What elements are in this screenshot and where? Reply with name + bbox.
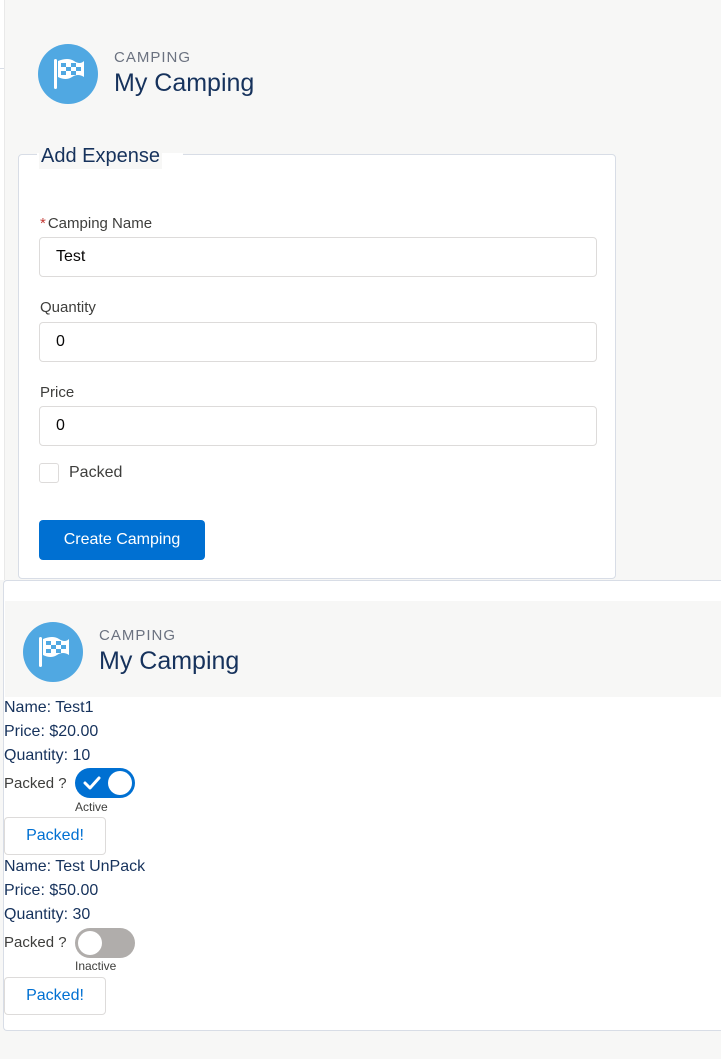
left-edge-strip (0, 0, 5, 580)
item-name: Name: Test UnPack (4, 858, 146, 875)
price-input[interactable]: 0 (39, 406, 597, 446)
packed-button[interactable]: Packed! (4, 977, 106, 1015)
list-header-eyebrow: CAMPING (99, 627, 177, 644)
item-name: Name: Test1 (4, 699, 94, 716)
price-label: Price (40, 384, 75, 401)
packed-button[interactable]: Packed! (4, 817, 106, 855)
page-title: My Camping (114, 69, 255, 97)
item-price: Price: $50.00 (4, 882, 99, 899)
camping-name-label: * Camping Name (40, 215, 152, 232)
checkered-flag-icon (38, 44, 98, 104)
quantity-value: 0 (56, 333, 65, 350)
checkered-flag-icon (23, 622, 83, 682)
left-edge-divider (0, 68, 4, 69)
packed-checkbox[interactable] (39, 463, 59, 483)
camping-name-value: Test (56, 248, 86, 265)
packed-toggle[interactable] (75, 928, 135, 958)
header-eyebrow: CAMPING (114, 49, 192, 66)
toggle-knob (108, 771, 132, 795)
add-expense-card: Add Expense * Camping Name Test Quantity … (18, 143, 616, 579)
item-quantity: Quantity: 30 (4, 906, 91, 923)
create-camping-button[interactable]: Create Camping (39, 520, 205, 560)
packed-checkbox-row[interactable]: Packed (39, 463, 122, 483)
toggle-state-text: Active (75, 800, 108, 814)
toggle-knob (78, 931, 102, 955)
list-page-header: CAMPING My Camping (23, 622, 239, 682)
packed-toggle-label: Packed ? (4, 934, 67, 951)
item-quantity: Quantity: 10 (4, 747, 91, 764)
camping-name-label-text: Camping Name (47, 215, 153, 232)
quantity-label: Quantity (40, 299, 96, 316)
list-title: My Camping (99, 647, 240, 675)
packed-toggle[interactable] (75, 768, 135, 798)
quantity-input[interactable]: 0 (39, 322, 597, 362)
checkmark-icon (83, 776, 101, 790)
card-title: Add Expense (39, 143, 162, 169)
packed-checkbox-label: Packed (69, 464, 123, 481)
price-value: 0 (56, 417, 65, 434)
required-marker: * (40, 215, 46, 232)
packed-toggle-label: Packed ? (4, 775, 67, 792)
item-price: Price: $20.00 (4, 723, 99, 740)
page-header: CAMPING My Camping (38, 44, 254, 104)
camping-name-input[interactable]: Test (39, 237, 597, 277)
toggle-state-text: Inactive (75, 959, 117, 973)
